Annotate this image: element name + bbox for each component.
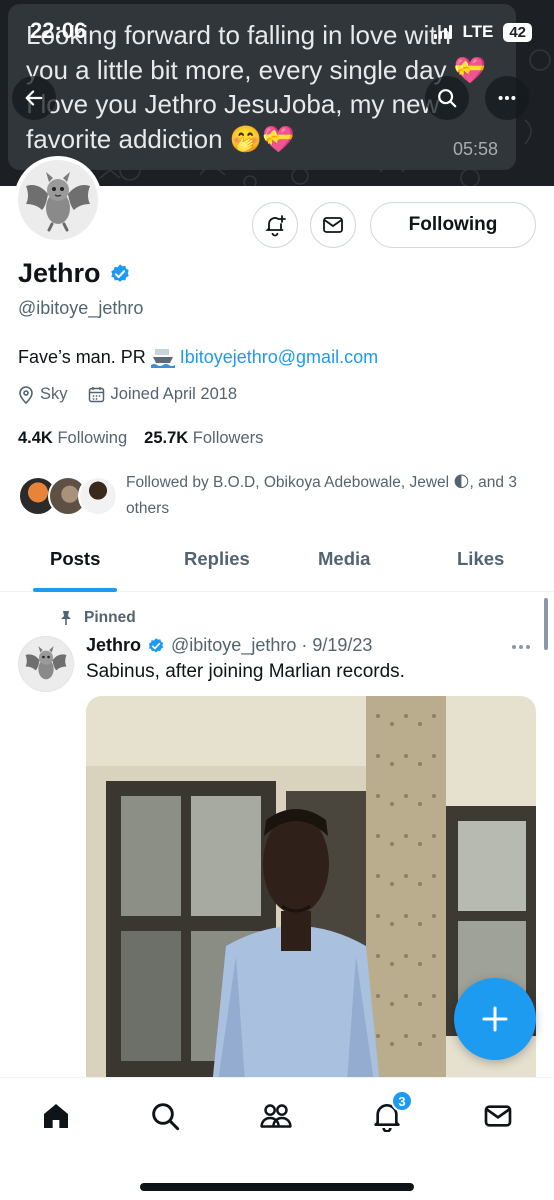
followed-by-row[interactable]: Followed by B.O.D, Obikoya Adebowale, Je… [18,470,543,522]
chat-message-time: 05:58 [452,139,498,159]
message-button[interactable] [310,202,356,248]
battery-indicator: 42 [503,22,532,42]
following-button[interactable]: Following [370,202,536,248]
back-button[interactable] [12,76,56,120]
post-more-button[interactable] [512,645,530,649]
nav-messages[interactable] [476,1094,520,1138]
compose-post-button[interactable] [454,978,536,1060]
plus-icon [482,1006,508,1032]
post-text: Sabinus, after joining Marlian records. [86,661,405,682]
post-header: Jethro @ibitoye_jethro · 9/19/23 [86,635,372,656]
tab-media[interactable]: Media [318,548,370,570]
tab-likes[interactable]: Likes [457,548,504,570]
signal-icon [434,25,453,39]
mail-icon [323,217,343,233]
location-item: Sky [18,385,68,404]
nav-search[interactable] [143,1094,187,1138]
active-tab-indicator [33,588,117,592]
back-arrow-icon [25,90,43,106]
bio-text: Fave’s man. PR [18,347,146,367]
bat-avatar-icon [26,172,90,232]
search-icon [438,89,457,108]
network-label: LTE [462,22,494,41]
bat-avatar-icon [25,646,67,680]
followers-count: 25.7K [144,429,189,447]
verified-icon [110,263,129,282]
notifications-badge: 3 [391,1090,413,1112]
chat-message-text: Looking forward to falling in love with … [26,20,487,154]
profile-meta: Sky Joined April 2018 [18,385,257,404]
calendar-icon [88,387,104,403]
bio-email-link[interactable]: Ibitoyejethro@gmail.com [180,347,378,368]
pinned-label-row: Pinned [58,609,136,627]
home-icon [44,1104,68,1128]
tab-replies[interactable]: Replies [184,548,250,570]
nav-communities[interactable] [254,1094,298,1138]
profile-name: Jethro [18,258,101,288]
joined-item: Joined April 2018 [88,385,238,404]
verified-icon [148,637,164,652]
nav-notifications[interactable]: 3 [365,1090,413,1138]
tab-posts[interactable]: Posts [50,548,100,570]
profile-tabs: Posts Replies Media Likes [0,536,554,592]
followers-label: Followers [192,429,264,447]
profile-banner[interactable]: Looking forward to falling in love with … [0,0,554,186]
post-handle-date: @ibitoye_jethro · 9/19/23 [171,635,373,655]
home-indicator [140,1183,414,1191]
search-button[interactable] [425,76,469,120]
following-count-link[interactable]: 4.4K Following [18,429,127,448]
location-icon [19,385,33,404]
pin-icon [61,611,71,625]
more-options-button[interactable] [485,76,529,120]
profile-bio: Fave’s man. PR Ibitoyejethro@gmail.com [18,347,378,368]
profile-handle: @ibitoye_jethro [18,298,144,318]
nav-home[interactable] [34,1094,78,1138]
more-icon [498,95,516,101]
pinned-label: Pinned [84,609,136,626]
profile-name-row: Jethro [18,258,131,289]
status-time: 22:06 [30,18,87,43]
ship-emoji-icon [150,348,175,368]
mail-icon [484,1105,512,1127]
joined-text: Joined April 2018 [110,385,238,403]
bottom-navigation: 3 [0,1077,554,1200]
following-label: Following [57,429,128,447]
post-avatar[interactable] [18,636,74,692]
notifications-toggle-button[interactable] [252,202,298,248]
search-icon [152,1103,180,1131]
followed-by-text: Followed by B.O.D, Obikoya Adebowale, Je… [126,474,517,517]
status-indicators: LTE 42 [434,22,532,42]
follower-avatar [78,476,118,516]
scrollbar[interactable] [544,598,548,650]
profile-avatar[interactable] [14,156,102,244]
follow-counts: 4.4K Following 25.7K Followers [18,429,263,448]
following-count: 4.4K [18,429,53,447]
followers-count-link[interactable]: 25.7K Followers [144,429,263,448]
communities-icon [260,1104,292,1128]
notification-add-icon [265,215,286,237]
location-text: Sky [40,385,68,403]
post-author-name[interactable]: Jethro [86,635,141,656]
